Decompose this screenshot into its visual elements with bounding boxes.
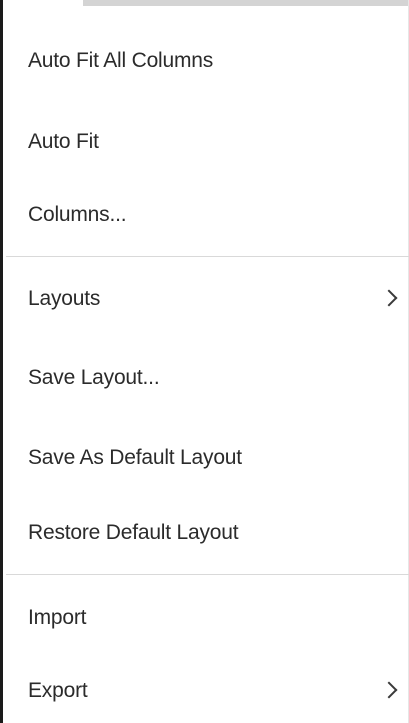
menu-item-label: Import [28, 606, 87, 629]
menu-item-label: Columns... [28, 203, 127, 226]
menu-item-label: Save Layout... [28, 366, 160, 389]
menu-item-export[interactable]: Export [6, 659, 409, 723]
menu-item-columns[interactable]: Columns... [6, 183, 409, 247]
menu-item-save-as-default-layout[interactable]: Save As Default Layout [6, 426, 409, 490]
menu-item-auto-fit-all-columns[interactable]: Auto Fit All Columns [6, 29, 409, 93]
menu-item-layouts[interactable]: Layouts [6, 267, 409, 331]
menu-item-label: Save As Default Layout [28, 446, 242, 469]
menu-item-label: Restore Default Layout [28, 521, 239, 544]
menu-item-restore-default-layout[interactable]: Restore Default Layout [6, 501, 409, 565]
menu-item-label: Layouts [28, 287, 101, 310]
menu-separator [6, 256, 409, 257]
chevron-right-icon [380, 681, 398, 699]
menu-item-label: Export [28, 679, 88, 702]
top-border-strip [83, 0, 409, 6]
menu-item-save-layout[interactable]: Save Layout... [6, 346, 409, 410]
menu-item-auto-fit[interactable]: Auto Fit [6, 110, 409, 174]
menu-item-import[interactable]: Import [6, 586, 409, 650]
menu-separator [6, 574, 409, 575]
chevron-right-icon [380, 289, 398, 307]
menu-item-label: Auto Fit [28, 130, 99, 153]
context-menu: Auto Fit All Columns Auto Fit Columns...… [0, 0, 409, 723]
menu-item-label: Auto Fit All Columns [28, 49, 214, 72]
